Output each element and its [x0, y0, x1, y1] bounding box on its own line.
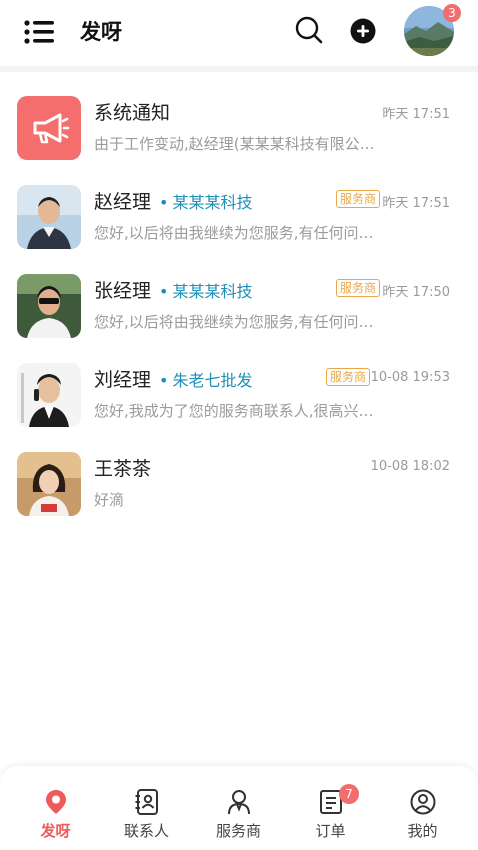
location-pin-icon: [46, 790, 66, 814]
chat-name: 赵经理 • 某某某科技: [94, 187, 252, 214]
list-menu-icon[interactable]: [24, 18, 56, 46]
avatar: [17, 363, 81, 427]
bottom-tab-bar: 发呀 联系人 服务商 订单 7 我的: [0, 766, 478, 850]
avatar: [17, 274, 81, 338]
chat-preview: 好滴: [94, 491, 125, 509]
list-item-zhao[interactable]: 赵经理 • 某某某科技 服务商 昨天 17:51 您好,以后将由我继续为您服务,有任…: [0, 161, 478, 250]
order-count-badge: 7: [339, 784, 359, 804]
tab-label: 订单: [315, 822, 346, 840]
chat-preview: 您好,以后将由我继续为您服务,有任何问…: [94, 313, 374, 331]
role-tag: 服务商: [336, 279, 381, 297]
company-name: 某某某科技: [172, 282, 253, 301]
chat-name: 王茶茶: [94, 458, 152, 480]
company-name: 某某某科技: [172, 193, 253, 212]
tab-label: 我的: [407, 822, 438, 840]
page-title: 发呀: [80, 20, 122, 44]
chat-preview: 您好,我成为了您的服务商联系人,很高兴…: [94, 402, 374, 420]
chat-name: 系统通知: [94, 102, 171, 124]
chat-time: 10-08 18:02: [370, 459, 450, 474]
chat-time: 昨天 17:51: [382, 107, 450, 122]
tab-fa-ya[interactable]: 发呀: [8, 766, 103, 850]
list-item-system-notice[interactable]: 系统通知 昨天 17:51 由于工作变动,赵经理(某某某科技有限公…: [0, 72, 478, 161]
add-circle-icon[interactable]: [350, 18, 376, 44]
tab-mine[interactable]: 我的: [375, 766, 470, 850]
contacts-book-icon: [135, 789, 158, 815]
company-name: 朱老七批发: [172, 371, 253, 390]
tab-label: 服务商: [215, 822, 261, 840]
contact-name: 刘经理: [94, 369, 152, 391]
tab-orders[interactable]: 订单 7: [283, 766, 378, 850]
chat-name: 张经理 • 某某某科技: [94, 276, 252, 303]
list-item-liu[interactable]: 刘经理 • 朱老七批发 服务商 10-08 19:53 您好,我成为了您的服务商联系…: [0, 339, 478, 428]
tab-label: 联系人: [123, 822, 169, 840]
search-icon[interactable]: [294, 15, 324, 45]
megaphone-icon: [17, 96, 81, 160]
contact-name: 赵经理: [94, 191, 152, 213]
tab-contacts[interactable]: 联系人: [99, 766, 194, 850]
app-header: 发呀 3: [0, 0, 478, 64]
chat-preview: 由于工作变动,赵经理(某某某科技有限公…: [94, 135, 375, 153]
list-item-zhang[interactable]: 张经理 • 某某某科技 服务商 昨天 17:50 您好,以后将由我继续为您服务,有任…: [0, 250, 478, 339]
avatar: [17, 185, 81, 249]
chat-preview: 您好,以后将由我继续为您服务,有任何问…: [94, 224, 374, 242]
profile-icon: [410, 789, 436, 815]
role-tag: 服务商: [326, 368, 371, 386]
chat-name: 刘经理 • 朱老七批发: [94, 365, 252, 392]
chat-time: 10-08 19:53: [370, 370, 450, 385]
contact-name: 张经理: [94, 280, 152, 302]
service-person-icon: [228, 790, 250, 815]
company-label: • 朱老七批发: [159, 371, 253, 390]
chat-time: 昨天 17:51: [382, 196, 450, 211]
chat-time: 昨天 17:50: [382, 285, 450, 300]
company-label: • 某某某科技: [159, 282, 253, 301]
avatar: [17, 452, 81, 516]
company-label: • 某某某科技: [159, 193, 253, 212]
list-item-wang[interactable]: 王茶茶 10-08 18:02 好滴: [0, 428, 478, 517]
tab-label: 发呀: [40, 822, 71, 840]
notification-count-badge: 3: [443, 4, 461, 22]
role-tag: 服务商: [336, 190, 381, 208]
tab-service-provider[interactable]: 服务商: [191, 766, 286, 850]
